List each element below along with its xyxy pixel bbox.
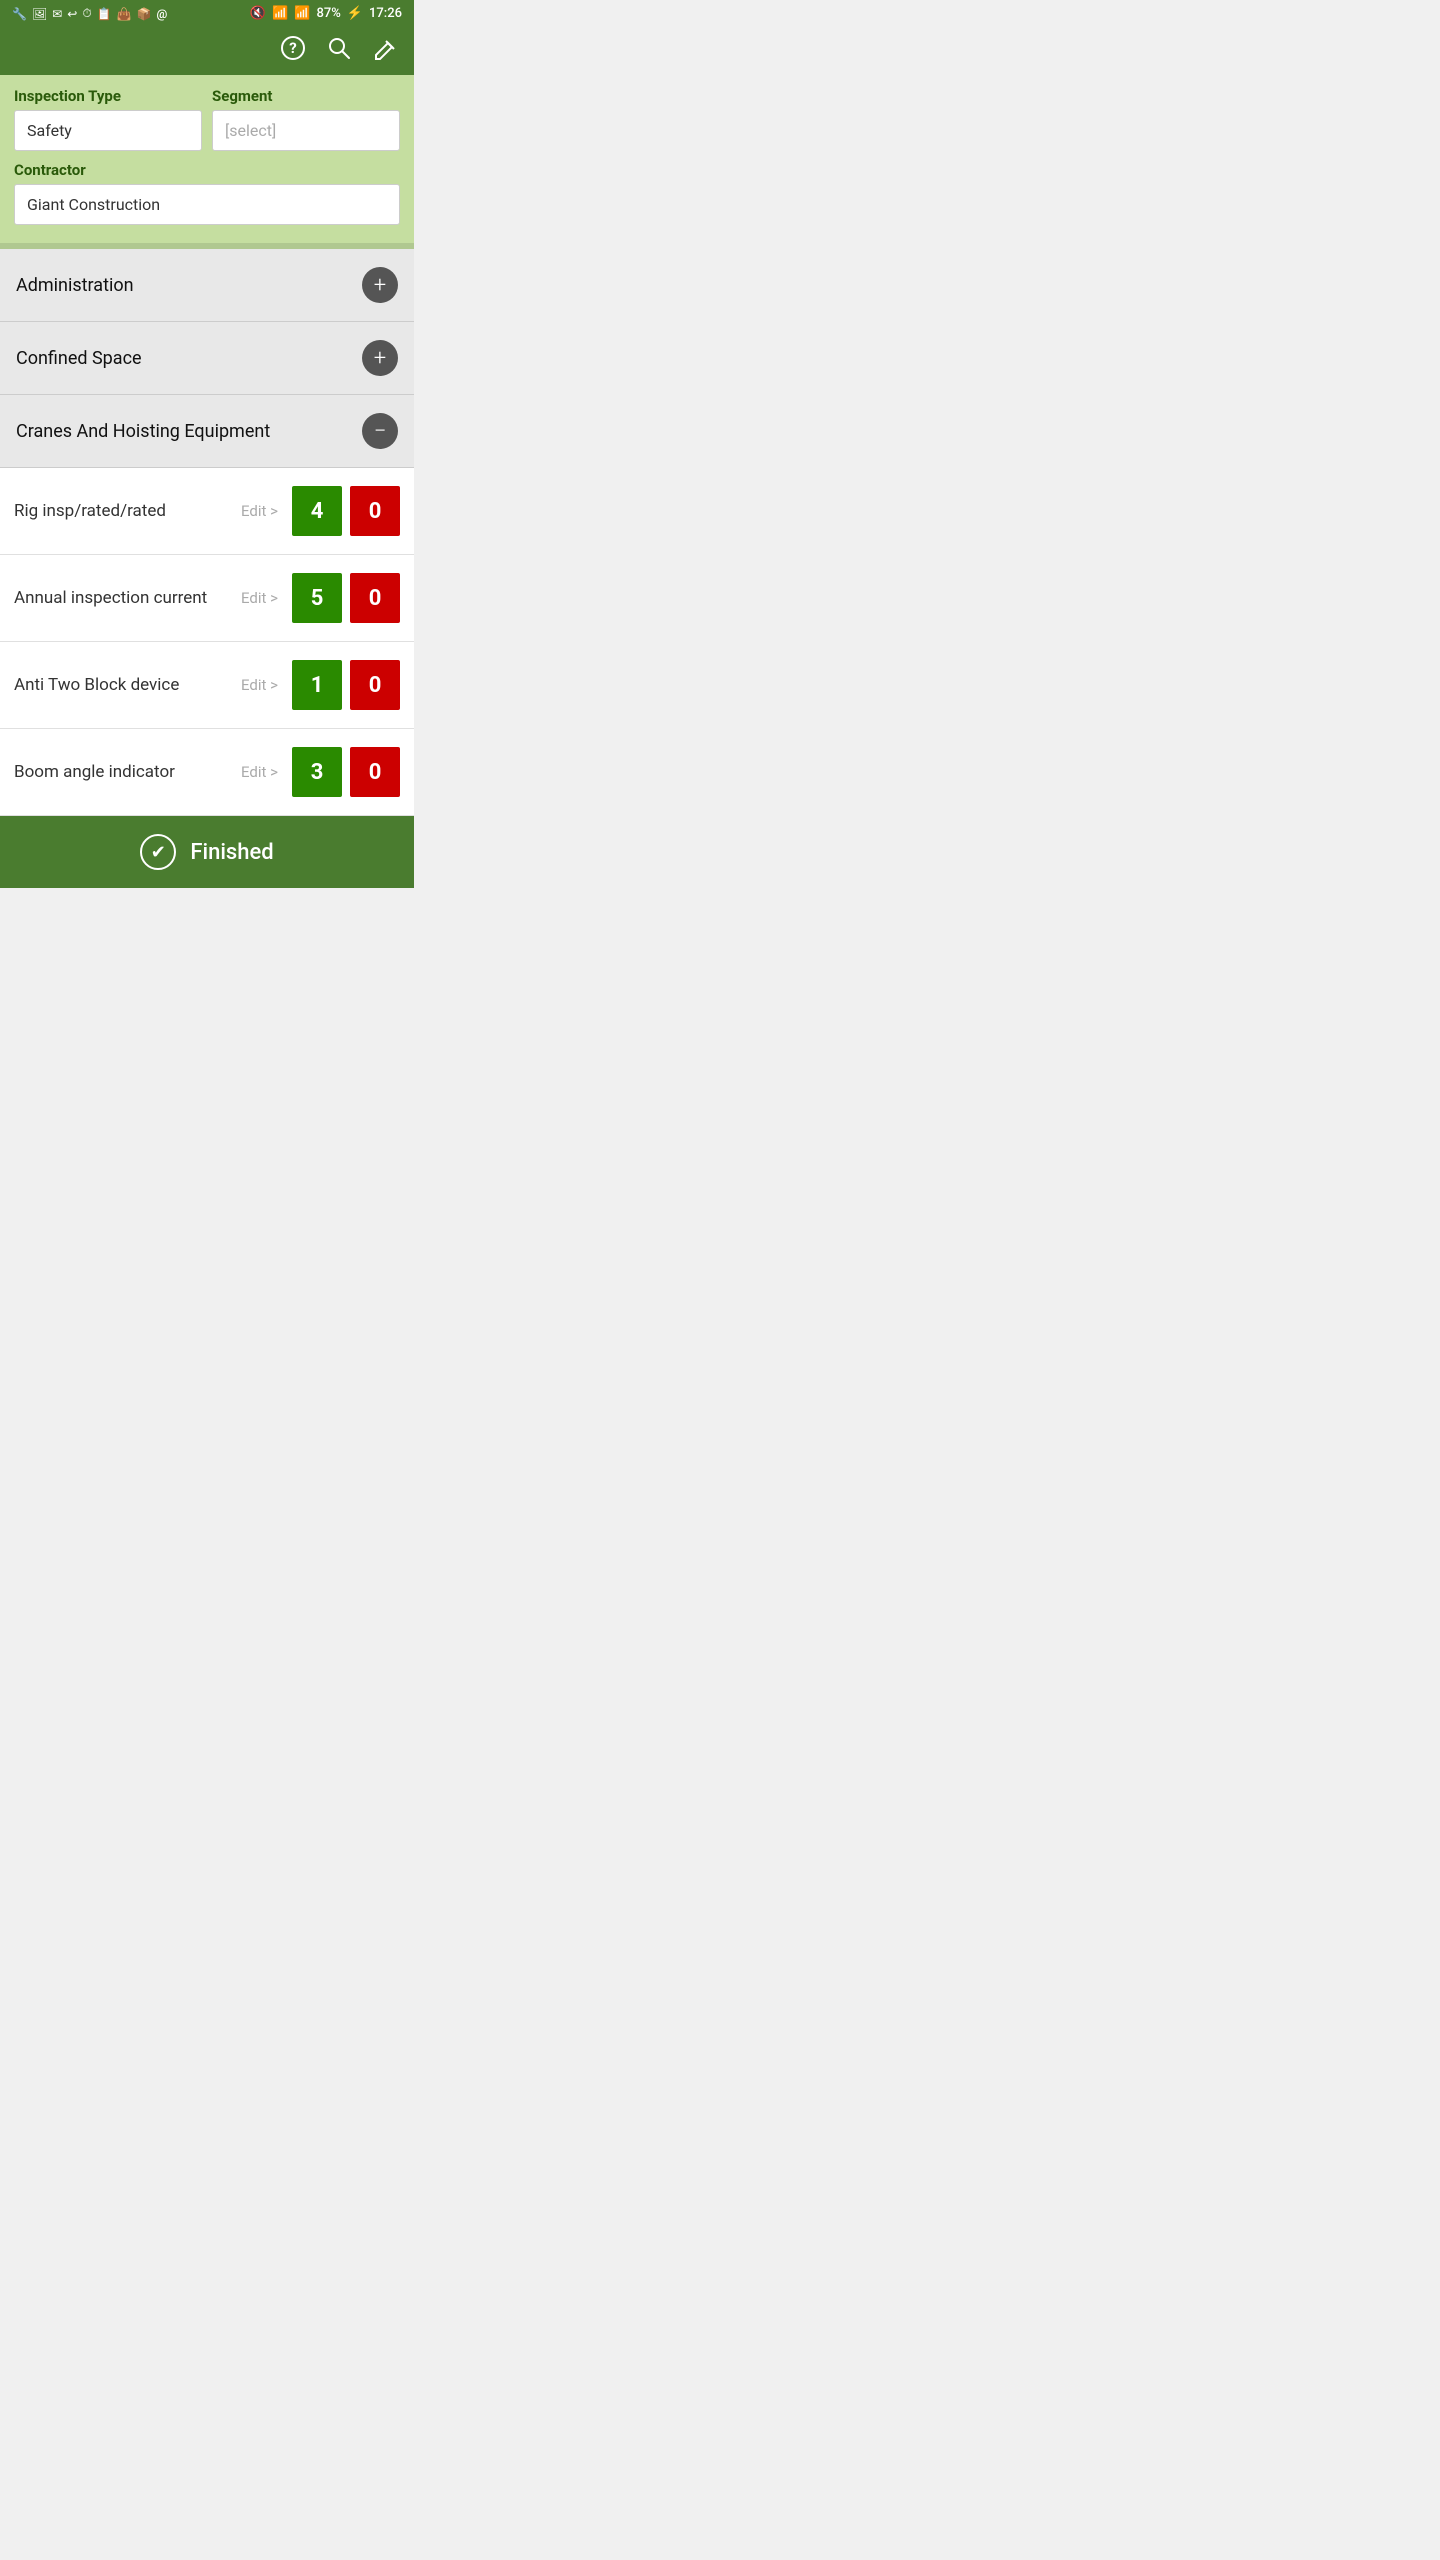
finished-label: Finished — [190, 840, 273, 865]
mute-icon: 🔇 — [250, 6, 266, 21]
status-right-icons: 🔇 📶 📶 87%⚡ 17:26 — [250, 6, 402, 21]
accordion-cranes-label: Cranes And Hoisting Equipment — [16, 421, 270, 442]
row-label-rig: Rig insp/rated/rated — [14, 501, 233, 521]
edit-rig-button[interactable]: Edit > — [241, 502, 278, 520]
anti-red-score: 0 — [350, 660, 400, 710]
help-icon[interactable]: ? — [280, 35, 306, 67]
back-icon: ↩ — [67, 7, 77, 21]
boom-green-score: 3 — [292, 747, 342, 797]
time-text: 17:26 — [369, 6, 402, 21]
table-row: Annual inspection current Edit > 5 0 — [0, 555, 414, 642]
wrench-icon: 🔧 — [12, 7, 27, 21]
accordion-cranes[interactable]: Cranes And Hoisting Equipment − — [0, 395, 414, 468]
edit-annual-button[interactable]: Edit > — [241, 589, 278, 607]
status-bar: 🔧 🖼 ✉ ↩ ⏱ 📋 👜 📦 @ 🔇 📶 📶 87%⚡ 17:26 — [0, 0, 414, 27]
table-row: Rig insp/rated/rated Edit > 4 0 — [0, 468, 414, 555]
inspection-rows: Rig insp/rated/rated Edit > 4 0 Annual i… — [0, 468, 414, 816]
app-toolbar: ? — [0, 27, 414, 75]
accordion-confined-space-icon: + — [362, 340, 398, 376]
anti-green-score: 1 — [292, 660, 342, 710]
boom-red-score: 0 — [350, 747, 400, 797]
accordion-administration-label: Administration — [16, 275, 134, 296]
table-row: Anti Two Block device Edit > 1 0 — [0, 642, 414, 729]
timer-icon: ⏱ — [82, 6, 91, 21]
row-label-annual: Annual inspection current — [14, 588, 233, 608]
wifi-icon: 📶 — [272, 6, 288, 21]
edit-boom-button[interactable]: Edit > — [241, 763, 278, 781]
image-icon: 🖼 — [32, 7, 47, 21]
edit-anti-button[interactable]: Edit > — [241, 676, 278, 694]
row-label-boom: Boom angle indicator — [14, 762, 233, 782]
contractor-input[interactable]: Giant Construction — [14, 184, 400, 225]
rig-green-score: 4 — [292, 486, 342, 536]
edit-icon[interactable] — [372, 35, 398, 67]
bag-icon: 👜 — [117, 7, 132, 21]
mail-icon: ✉ — [52, 7, 62, 21]
accordion-confined-space[interactable]: Confined Space + — [0, 322, 414, 395]
contractor-label: Contractor — [14, 161, 400, 179]
accordion-list: Administration + Confined Space + Cranes… — [0, 249, 414, 468]
accordion-confined-space-label: Confined Space — [16, 348, 142, 369]
box-icon: 📦 — [137, 7, 152, 21]
signal-icon: 📶 — [294, 6, 310, 21]
segment-input[interactable]: [select] — [212, 110, 400, 151]
contractor-section: Contractor Giant Construction — [14, 161, 400, 225]
accordion-cranes-icon: − — [362, 413, 398, 449]
table-row: Boom angle indicator Edit > 3 0 — [0, 729, 414, 816]
accordion-administration[interactable]: Administration + — [0, 249, 414, 322]
row-label-anti: Anti Two Block device — [14, 675, 233, 695]
inspection-type-col: Inspection Type Safety — [14, 87, 202, 151]
accordion-administration-icon: + — [362, 267, 398, 303]
rig-red-score: 0 — [350, 486, 400, 536]
finished-button[interactable]: ✔ Finished — [0, 816, 414, 888]
status-left-icons: 🔧 🖼 ✉ ↩ ⏱ 📋 👜 📦 @ — [12, 6, 167, 21]
inspection-type-input[interactable]: Safety — [14, 110, 202, 151]
svg-text:?: ? — [289, 39, 296, 57]
at-icon: @ — [157, 7, 168, 21]
clipboard-icon: 📋 — [97, 7, 112, 21]
annual-green-score: 5 — [292, 573, 342, 623]
battery-text: 87% — [316, 6, 340, 21]
header-form: Inspection Type Safety Segment [select] … — [0, 75, 414, 243]
segment-col: Segment [select] — [212, 87, 400, 151]
type-segment-row: Inspection Type Safety Segment [select] — [14, 87, 400, 151]
segment-label: Segment — [212, 87, 400, 105]
finished-check-icon: ✔ — [140, 834, 176, 870]
inspection-type-label: Inspection Type — [14, 87, 202, 105]
annual-red-score: 0 — [350, 573, 400, 623]
search-icon[interactable] — [326, 35, 352, 67]
